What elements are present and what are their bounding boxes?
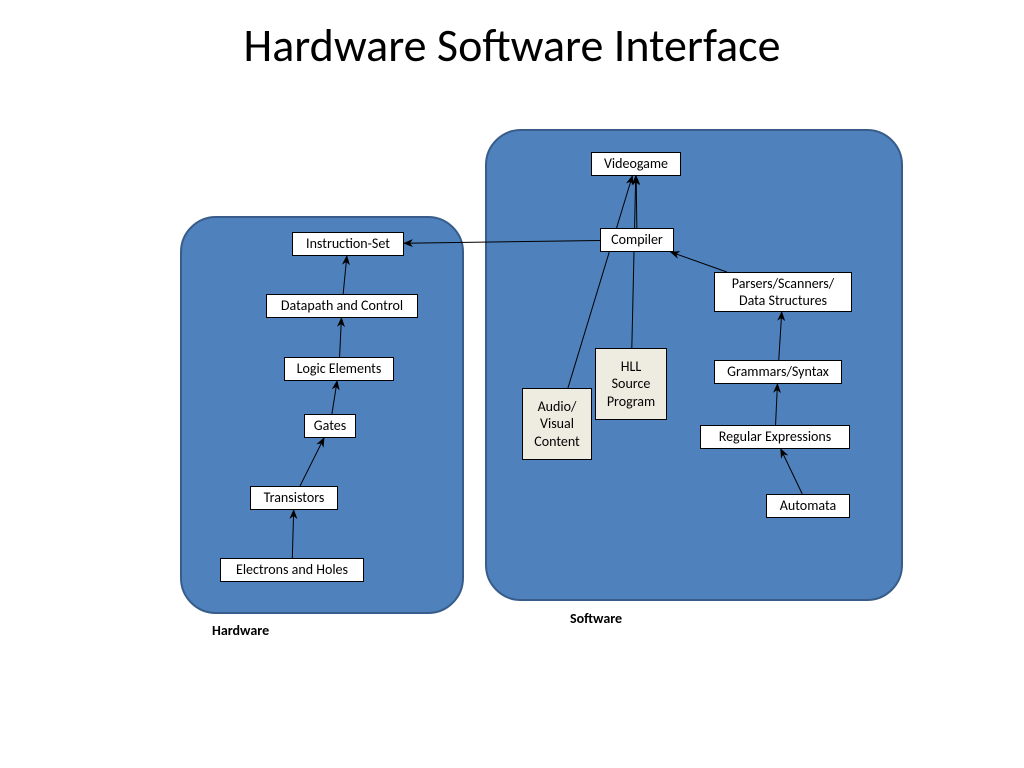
node-gates: Gates — [304, 414, 356, 438]
node-logic: Logic Elements — [284, 357, 394, 381]
node-audio: Audio/ Visual Content — [522, 388, 592, 460]
node-electrons: Electrons and Holes — [220, 558, 364, 582]
node-transistors: Transistors — [250, 486, 338, 510]
node-automata: Automata — [766, 494, 850, 518]
node-instruction_set: Instruction-Set — [292, 232, 404, 256]
node-hll: HLL Source Program — [595, 348, 667, 420]
software-label: Software — [570, 610, 622, 627]
hardware-label: Hardware — [212, 622, 269, 639]
node-datapath: Datapath and Control — [266, 294, 418, 318]
node-parsers: Parsers/Scanners/ Data Structures — [714, 272, 852, 312]
slide: Hardware Software Interface Hardware Sof… — [0, 0, 1024, 768]
node-grammars: Grammars/Syntax — [714, 360, 842, 384]
node-regex: Regular Expressions — [700, 425, 850, 449]
node-compiler: Compiler — [600, 228, 674, 252]
node-videogame: Videogame — [591, 152, 681, 176]
slide-title: Hardware Software Interface — [0, 18, 1024, 74]
